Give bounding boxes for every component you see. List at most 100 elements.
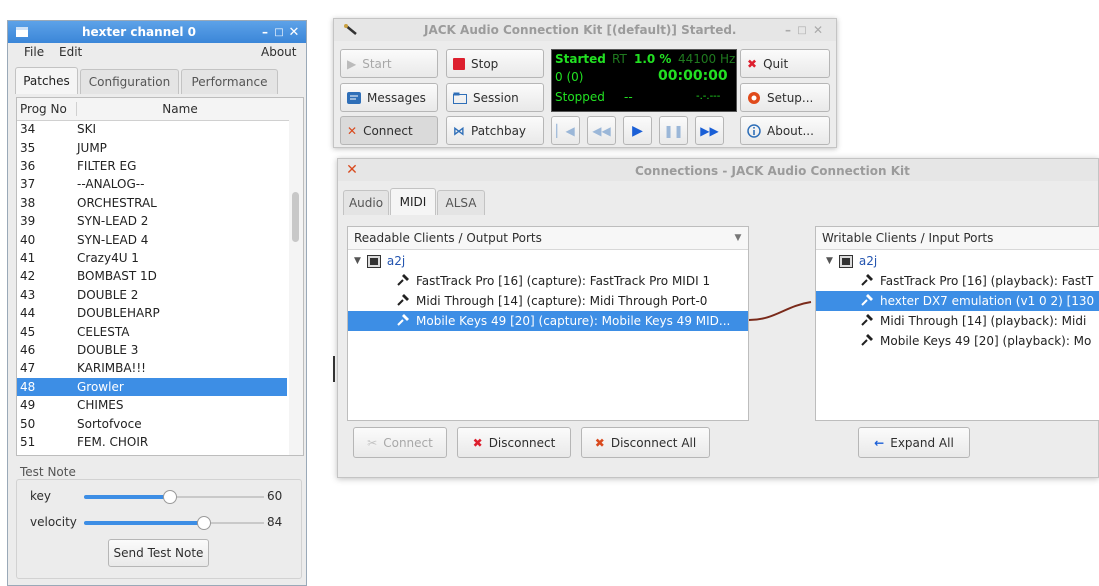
disconnect-all-button[interactable]: ✖ Disconnect All bbox=[581, 427, 710, 458]
input-port-label: FastTrack Pro [16] (playback): FastT bbox=[880, 274, 1094, 288]
output-port-row[interactable]: Mobile Keys 49 [20] (capture): Mobile Ke… bbox=[348, 311, 748, 331]
output-port-row[interactable]: Midi Through [14] (capture): Midi Throug… bbox=[348, 291, 748, 311]
tab-alsa[interactable]: ALSA bbox=[437, 190, 485, 215]
midi-socket-icon bbox=[860, 273, 874, 290]
patchbay-button[interactable]: ⋈ Patchbay bbox=[446, 116, 544, 145]
connections-titlebar[interactable]: ✕ Connections - JACK Audio Connection Ki… bbox=[338, 159, 1098, 181]
patch-row[interactable]: 40 SYN-LEAD 4 bbox=[17, 230, 287, 248]
tab-audio[interactable]: Audio bbox=[343, 190, 389, 215]
connections-window: ✕ Connections - JACK Audio Connection Ki… bbox=[337, 158, 1099, 478]
connect-button[interactable]: ✕ Connect bbox=[340, 116, 438, 145]
velocity-slider-handle[interactable] bbox=[196, 516, 211, 530]
patch-row[interactable]: 38 ORCHESTRAL bbox=[17, 194, 287, 212]
quit-button[interactable]: ✖ Quit bbox=[740, 49, 830, 78]
tab-midi[interactable]: MIDI bbox=[390, 188, 436, 215]
jack-maximize-icon[interactable]: □ bbox=[796, 23, 808, 37]
start-button[interactable]: ▶ Start bbox=[340, 49, 438, 78]
key-slider-handle[interactable] bbox=[162, 490, 177, 504]
messages-button[interactable]: Messages bbox=[340, 83, 438, 112]
patch-number: 46 bbox=[20, 342, 36, 357]
close-icon[interactable]: ✕ bbox=[287, 24, 301, 40]
jack-minimize-icon[interactable]: – bbox=[782, 23, 794, 37]
patch-row[interactable]: 39 SYN-LEAD 2 bbox=[17, 212, 287, 230]
patch-list-scrollbar[interactable] bbox=[289, 120, 303, 455]
jack-titlebar[interactable]: JACK Audio Connection Kit [(default)] St… bbox=[334, 19, 836, 41]
key-slider[interactable] bbox=[84, 490, 264, 504]
input-port-row[interactable]: hexter DX7 emulation (v1 0 2) [130 bbox=[816, 291, 1099, 311]
jack-window: JACK Audio Connection Kit [(default)] St… bbox=[333, 18, 837, 148]
patch-name: JUMP bbox=[77, 140, 107, 155]
setup-label: Setup... bbox=[767, 90, 814, 105]
about-button[interactable]: About... bbox=[740, 116, 830, 145]
patch-row[interactable]: 49 CHIMES bbox=[17, 396, 287, 414]
hexter-title: hexter channel 0 bbox=[82, 25, 197, 39]
patch-row[interactable]: 37 --ANALOG-- bbox=[17, 175, 287, 193]
tab-patches[interactable]: Patches bbox=[15, 67, 78, 94]
patch-number: 36 bbox=[20, 158, 36, 173]
patch-list-header: Prog No Name bbox=[17, 98, 303, 121]
minimize-icon[interactable]: – bbox=[259, 25, 271, 39]
expand-arrow-icon[interactable]: ▼ bbox=[354, 256, 361, 266]
maximize-icon[interactable]: □ bbox=[273, 25, 285, 39]
connections-app-icon: ✕ bbox=[346, 162, 358, 178]
fast-forward-button[interactable]: ▶▶ bbox=[695, 116, 724, 145]
tab-configuration[interactable]: Configuration bbox=[80, 69, 179, 94]
readable-ports-header[interactable]: Readable Clients / Output Ports ▼ bbox=[348, 227, 748, 250]
patch-name: FILTER EG bbox=[77, 158, 137, 173]
patch-row[interactable]: 46 DOUBLE 3 bbox=[17, 341, 287, 359]
menu-file[interactable]: File bbox=[24, 45, 44, 59]
patch-row[interactable]: 44 DOUBLEHARP bbox=[17, 304, 287, 322]
column-prog-no[interactable]: Prog No bbox=[17, 102, 77, 116]
input-port-label: hexter DX7 emulation (v1 0 2) [130 bbox=[880, 294, 1095, 308]
velocity-slider[interactable] bbox=[84, 516, 264, 530]
chevron-down-icon[interactable]: ▼ bbox=[728, 233, 748, 243]
patch-row[interactable]: 34 SKI bbox=[17, 120, 287, 138]
disconnect-all-icon: ✖ bbox=[594, 435, 605, 450]
output-port-row[interactable]: FastTrack Pro [16] (capture): FastTrack … bbox=[348, 271, 748, 291]
expand-all-button[interactable]: ← Expand All bbox=[858, 427, 970, 458]
patch-row[interactable]: 43 DOUBLE 2 bbox=[17, 286, 287, 304]
patch-row[interactable]: 36 FILTER EG bbox=[17, 157, 287, 175]
send-test-note-button[interactable]: Send Test Note bbox=[108, 539, 209, 567]
patch-row[interactable]: 45 CELESTA bbox=[17, 322, 287, 340]
menu-edit[interactable]: Edit bbox=[59, 45, 82, 59]
test-note-label: Test Note bbox=[20, 465, 76, 479]
disconnect-label: Disconnect bbox=[488, 435, 556, 450]
patch-row[interactable]: 50 Sortofvoce bbox=[17, 414, 287, 432]
readable-client-row[interactable]: ▼ a2j bbox=[354, 251, 405, 271]
writable-client-row[interactable]: ▼ a2j bbox=[826, 251, 877, 271]
hexter-titlebar[interactable]: hexter channel 0 – □ ✕ bbox=[8, 21, 306, 43]
patch-row[interactable]: 41 Crazy4U 1 bbox=[17, 249, 287, 267]
scrollbar-thumb[interactable] bbox=[292, 192, 299, 242]
patch-row[interactable]: 47 KARIMBA!!! bbox=[17, 359, 287, 377]
input-port-row[interactable]: Mobile Keys 49 [20] (playback): Mo bbox=[816, 331, 1099, 351]
app-menu-icon[interactable] bbox=[14, 25, 30, 39]
input-port-row[interactable]: FastTrack Pro [16] (playback): FastT bbox=[816, 271, 1099, 291]
input-port-row[interactable]: Midi Through [14] (playback): Midi bbox=[816, 311, 1099, 331]
tab-performance[interactable]: Performance bbox=[181, 69, 278, 94]
patch-row[interactable]: 48 Growler bbox=[17, 377, 287, 396]
play-button[interactable]: ▶ bbox=[623, 116, 652, 145]
rewind-button[interactable]: ◀◀ bbox=[587, 116, 616, 145]
writable-ports-header[interactable]: Writable Clients / Input Ports bbox=[816, 227, 1099, 250]
readable-client-label: a2j bbox=[386, 254, 406, 268]
pause-button[interactable]: ❚❚ bbox=[659, 116, 688, 145]
jack-close-icon[interactable]: ✕ bbox=[811, 22, 825, 38]
connect-label: Connect bbox=[363, 123, 413, 138]
setup-button[interactable]: Setup... bbox=[740, 83, 830, 112]
expand-arrow-icon[interactable]: ▼ bbox=[826, 256, 833, 266]
disconnect-button[interactable]: ✖ Disconnect bbox=[457, 427, 571, 458]
connection-wire[interactable] bbox=[748, 301, 812, 321]
patch-row[interactable]: 51 FEM. CHOIR bbox=[17, 433, 287, 451]
patch-row[interactable]: 35 JUMP bbox=[17, 138, 287, 156]
patch-name: DOUBLEHARP bbox=[77, 306, 160, 321]
rewind-start-button[interactable]: ▏◀ bbox=[551, 116, 580, 145]
column-name[interactable]: Name bbox=[77, 102, 303, 116]
lcd-sample-rate: 44100 Hz bbox=[678, 52, 736, 66]
stop-button[interactable]: Stop bbox=[446, 49, 544, 78]
patch-row[interactable]: 42 BOMBAST 1D bbox=[17, 267, 287, 285]
menu-about[interactable]: About bbox=[261, 45, 296, 59]
session-button[interactable]: Session bbox=[446, 83, 544, 112]
input-port-label: Midi Through [14] (playback): Midi bbox=[880, 314, 1087, 328]
connect-ports-button[interactable]: ✂ Connect bbox=[353, 427, 447, 458]
